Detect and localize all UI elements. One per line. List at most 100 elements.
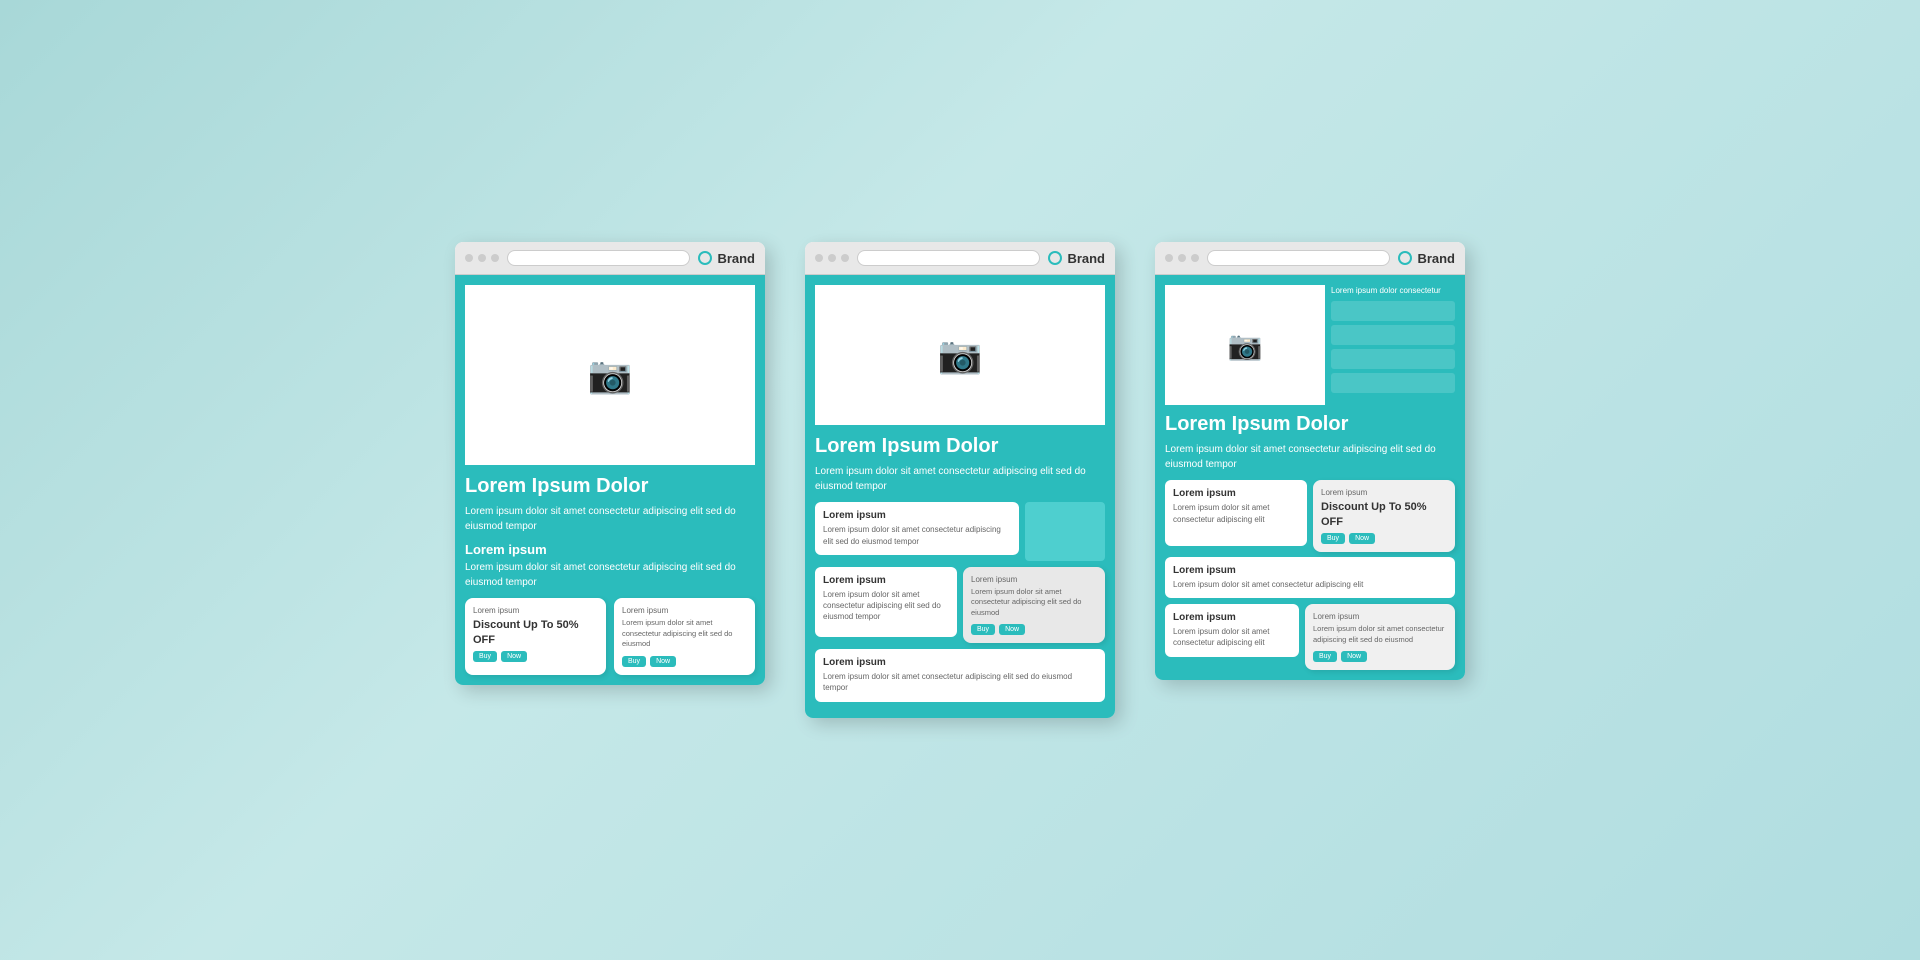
side-card-2: Lorem ipsum Lorem ipsum dolor sit amet c… <box>963 567 1105 644</box>
address-bar-1[interactable] <box>507 250 690 266</box>
now-button-1[interactable]: Now <box>501 651 527 662</box>
buy-button-3-2[interactable]: Buy <box>1313 651 1337 662</box>
buy-button-2[interactable]: Buy <box>971 624 995 635</box>
side-card-3: Lorem ipsum Lorem ipsum dolor sit amet c… <box>1305 604 1455 670</box>
browser-dots-1 <box>465 254 499 262</box>
list-title-3-3: Lorem ipsum <box>1173 612 1291 623</box>
screen1-content: 📷 Lorem Ipsum Dolor Lorem ipsum dolor si… <box>455 275 765 685</box>
hero-image-1: 📷 <box>465 285 755 465</box>
list-title-2-1: Lorem ipsum <box>823 510 1011 521</box>
right-block-3 <box>1331 349 1455 369</box>
brand-circle-3 <box>1398 251 1412 265</box>
screen-1: Brand 📷 Lorem Ipsum Dolor Lorem ipsum do… <box>455 242 765 685</box>
buy-button-1-2[interactable]: Buy <box>622 656 646 667</box>
card-buttons-2: Buy Now <box>622 656 747 667</box>
list-title-3-1: Lorem ipsum <box>1173 488 1299 499</box>
now-button-2[interactable]: Now <box>999 624 1025 635</box>
screen3-top: 📷 Lorem ipsum dolor consectetur <box>1165 285 1455 405</box>
dot-3-2 <box>1178 254 1186 262</box>
browser-dots-3 <box>1165 254 1199 262</box>
body-text-3: Lorem ipsum dolor sit amet consectetur a… <box>1165 442 1455 472</box>
brand-logo-3: Brand <box>1398 251 1455 266</box>
side-card-text-2: Lorem ipsum dolor sit amet consectetur a… <box>971 587 1097 619</box>
address-bar-2[interactable] <box>857 250 1040 266</box>
list-title-2-3: Lorem ipsum <box>823 657 1097 668</box>
dot-2-1 <box>815 254 823 262</box>
card-1-2: Lorem ipsum Lorem ipsum dolor sit amet c… <box>614 598 755 675</box>
browser-dots-2 <box>815 254 849 262</box>
screen3-right-panel: Lorem ipsum dolor consectetur <box>1331 285 1455 405</box>
screens-container: Brand 📷 Lorem Ipsum Dolor Lorem ipsum do… <box>415 202 1505 757</box>
card-title-1: Discount Up To 50% OFF <box>473 618 598 647</box>
dot-2 <box>478 254 486 262</box>
screen-2: Brand 📷 Lorem Ipsum Dolor Lorem ipsum do… <box>805 242 1115 717</box>
side-card-text-3: Lorem ipsum dolor sit amet consectetur a… <box>1313 624 1447 645</box>
right-block-1 <box>1331 301 1455 321</box>
list-col-3-1: Lorem ipsum Lorem ipsum dolor sit amet c… <box>1165 480 1455 552</box>
side-card-label-3: Lorem ipsum <box>1313 612 1447 621</box>
hero-image-3: 📷 <box>1165 285 1325 405</box>
list-3-3-stack: Lorem ipsum Lorem ipsum dolor sit amet c… <box>1165 604 1299 670</box>
dot-3-3 <box>1191 254 1199 262</box>
address-bar-3[interactable] <box>1207 250 1390 266</box>
dot-1 <box>465 254 473 262</box>
screen2-content: 📷 Lorem Ipsum Dolor Lorem ipsum dolor si… <box>805 275 1115 717</box>
list-item-3-2-wrap: Lorem ipsum Lorem ipsum dolor sit amet c… <box>1165 557 1455 598</box>
list-title-2-2: Lorem ipsum <box>823 575 949 586</box>
now-button-3-2[interactable]: Now <box>1341 651 1367 662</box>
brand-logo-2: Brand <box>1048 251 1105 266</box>
card-buttons-1: Buy Now <box>473 651 598 662</box>
screen3-content: 📷 Lorem ipsum dolor consectetur Lorem Ip… <box>1155 275 1465 680</box>
card-1-1: Lorem ipsum Discount Up To 50% OFF Buy N… <box>465 598 606 675</box>
card-text-2: Lorem ipsum dolor sit amet consectetur a… <box>622 618 747 650</box>
camera-icon-1: 📷 <box>588 354 633 396</box>
buy-button-3[interactable]: Buy <box>1321 533 1345 544</box>
now-button-3[interactable]: Now <box>1349 533 1375 544</box>
discount-label-3: Lorem ipsum <box>1321 488 1447 497</box>
list-text-3-1: Lorem ipsum dolor sit amet consectetur a… <box>1173 502 1299 524</box>
heading-1: Lorem Ipsum Dolor <box>465 475 755 498</box>
dot-2-2 <box>828 254 836 262</box>
side-card-buttons-2: Buy Now <box>971 624 1097 635</box>
right-block-2 <box>1331 325 1455 345</box>
card-label-1: Lorem ipsum <box>473 606 598 615</box>
list-col-3-3: Lorem ipsum Lorem ipsum dolor sit amet c… <box>1165 604 1455 670</box>
list-item-3-1: Lorem ipsum Lorem ipsum dolor sit amet c… <box>1165 480 1307 546</box>
discount-card-3: Lorem ipsum Discount Up To 50% OFF Buy N… <box>1313 480 1455 552</box>
camera-icon-3: 📷 <box>1228 329 1263 362</box>
side-card-label-2: Lorem ipsum <box>971 575 1097 584</box>
accent-block-2-1 <box>1025 502 1105 560</box>
body-text-2: Lorem ipsum dolor sit amet consectetur a… <box>465 560 755 590</box>
list-text-2-1: Lorem ipsum dolor sit amet consectetur a… <box>823 524 1011 546</box>
list-col-1: Lorem ipsum Lorem ipsum dolor sit amet c… <box>815 502 1105 560</box>
list-text-2-3: Lorem ipsum dolor sit amet consectetur a… <box>823 671 1097 693</box>
list-text-3-2: Lorem ipsum dolor sit amet consectetur a… <box>1173 579 1447 590</box>
list-item-3-3: Lorem ipsum Lorem ipsum dolor sit amet c… <box>1165 604 1299 656</box>
right-text-3: Lorem ipsum dolor consectetur <box>1331 285 1455 297</box>
dot-3 <box>491 254 499 262</box>
hero-image-2: 📷 <box>815 285 1105 425</box>
brand-circle-2 <box>1048 251 1062 265</box>
discount-buttons-3: Buy Now <box>1321 533 1447 544</box>
discount-title-3: Discount Up To 50% OFF <box>1321 500 1447 529</box>
browser-bar-2: Brand <box>805 242 1115 275</box>
list-text-2-2: Lorem ipsum dolor sit amet consectetur a… <box>823 589 949 623</box>
buy-button-1[interactable]: Buy <box>473 651 497 662</box>
cards-row-1: Lorem ipsum Discount Up To 50% OFF Buy N… <box>465 598 755 675</box>
side-card-buttons-3: Buy Now <box>1313 651 1447 662</box>
list-text-3-3: Lorem ipsum dolor sit amet consectetur a… <box>1173 626 1291 648</box>
now-button-1-2[interactable]: Now <box>650 656 676 667</box>
heading-3: Lorem Ipsum Dolor <box>1165 413 1455 436</box>
body-text-2-1: Lorem ipsum dolor sit amet consectetur a… <box>815 464 1105 494</box>
brand-circle-1 <box>698 251 712 265</box>
heading-2: Lorem Ipsum Dolor <box>815 435 1105 458</box>
section-title-1: Lorem ipsum <box>465 542 755 557</box>
right-block-4 <box>1331 373 1455 393</box>
list-title-3-2: Lorem ipsum <box>1173 565 1447 576</box>
list-item-2-3-wrap: Lorem ipsum Lorem ipsum dolor sit amet c… <box>815 649 1105 701</box>
browser-bar-3: Brand <box>1155 242 1465 275</box>
dot-2-3 <box>841 254 849 262</box>
list-item-3-2: Lorem ipsum Lorem ipsum dolor sit amet c… <box>1165 557 1455 598</box>
card-label-2: Lorem ipsum <box>622 606 747 615</box>
screen-3: Brand 📷 Lorem ipsum dolor consectetur Lo… <box>1155 242 1465 680</box>
